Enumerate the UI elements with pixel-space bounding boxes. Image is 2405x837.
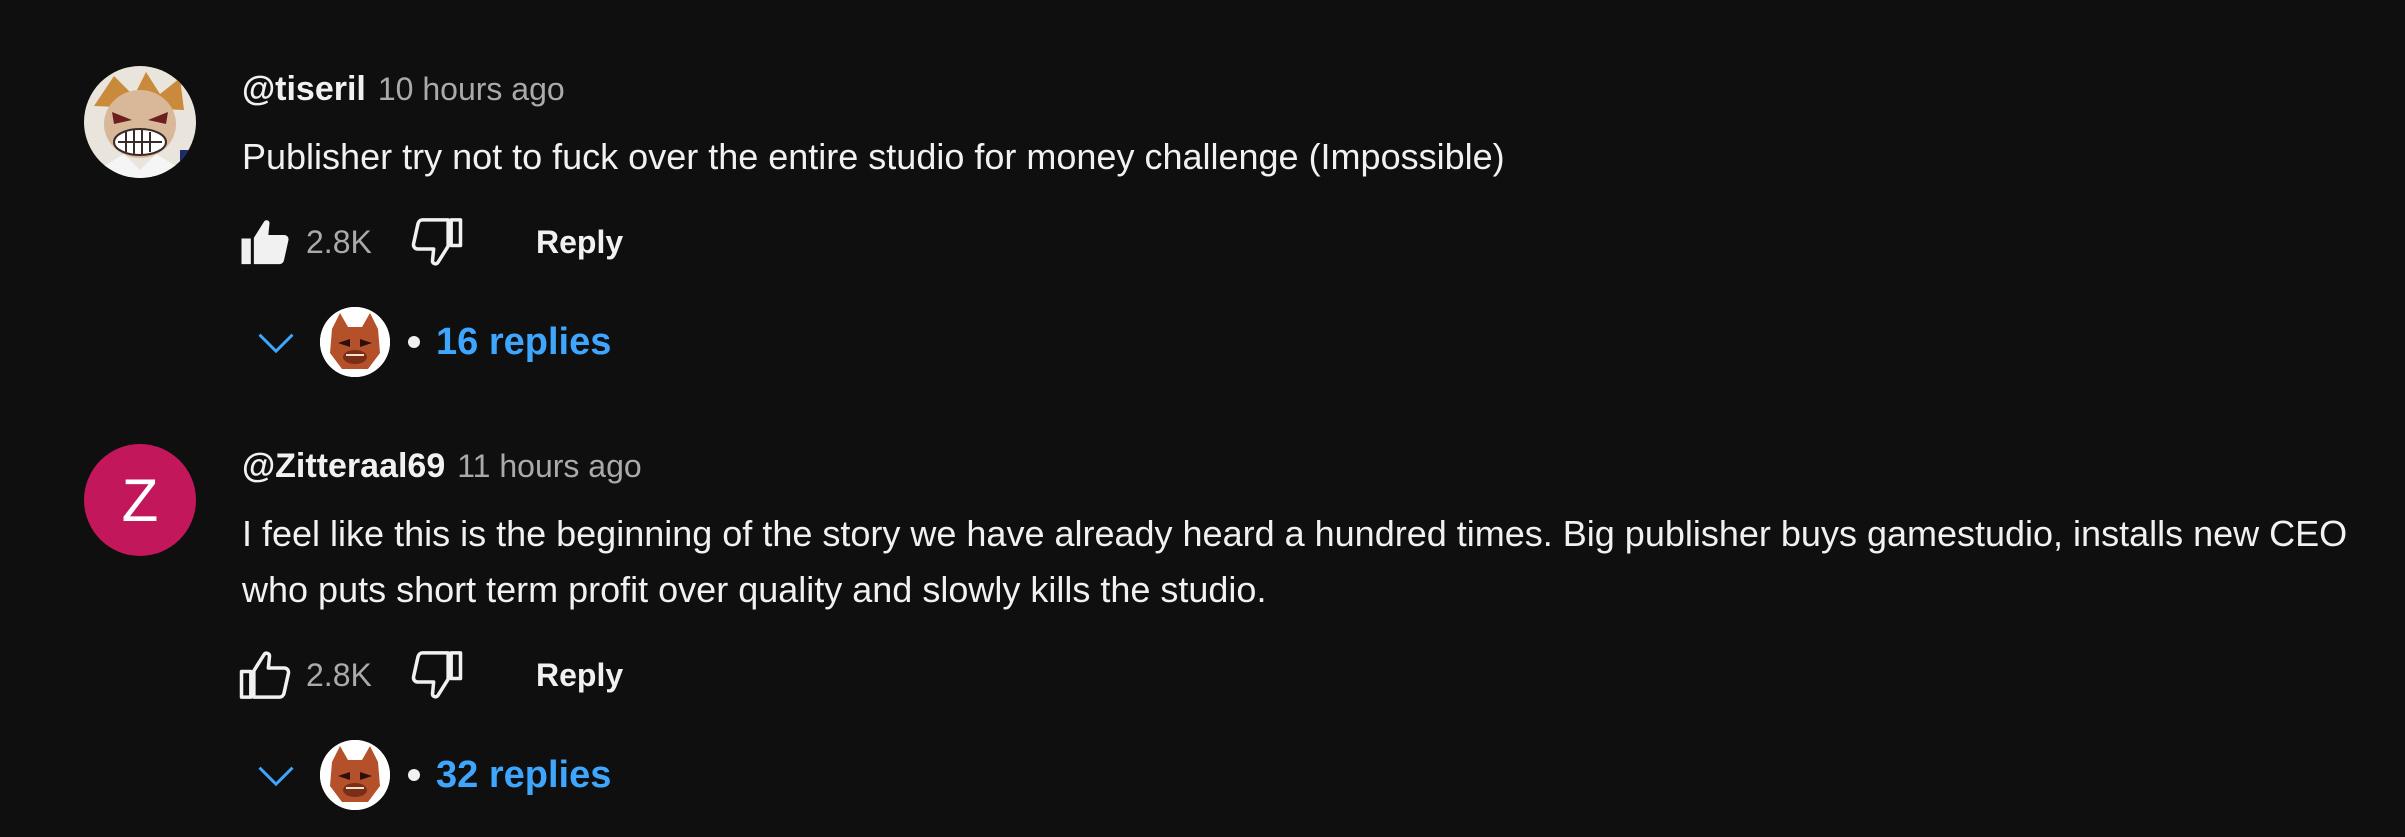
like-button[interactable] [236,645,296,705]
view-replies-button[interactable]: 32 replies [250,739,611,811]
dislike-button[interactable] [406,645,466,705]
comment-text: Publisher try not to fuck over the entir… [242,136,1505,177]
view-replies-button[interactable]: 16 replies [250,306,611,378]
comment-actions: 2.8K Reply [236,212,623,272]
author-avatar[interactable]: Z [84,444,196,556]
separator-dot [408,336,420,348]
grinning-character-avatar-icon [84,66,196,178]
author-name[interactable]: @tiseril [242,70,366,109]
like-button[interactable] [236,212,296,272]
separator-dot [408,769,420,781]
creator-avatar-icon [320,307,390,377]
chevron-down-icon [250,749,302,801]
thumbs-up-icon [241,220,289,265]
comment-actions: 2.8K Reply [236,645,623,705]
reply-button[interactable]: Reply [536,657,623,694]
replies-count-link[interactable]: 32 replies [436,754,611,797]
chevron-down-icon [250,316,302,368]
comment-header: @Zitteraal69 11 hours ago [242,447,642,491]
comment-timestamp[interactable]: 11 hours ago [457,448,641,485]
comment-header: @tiseril 10 hours ago [242,70,565,114]
avatar-letter: Z [121,466,159,534]
thumbs-down-icon [411,651,463,699]
creator-avatar-icon [320,740,390,810]
dislike-button[interactable] [406,212,466,272]
like-count: 2.8K [306,656,372,693]
thumbs-down-icon [411,218,463,266]
replies-count-link[interactable]: 16 replies [436,321,611,364]
author-name[interactable]: @Zitteraal69 [242,447,445,486]
reply-button[interactable]: Reply [536,224,623,261]
comment-timestamp[interactable]: 10 hours ago [378,71,565,108]
thumbs-up-icon [239,651,291,699]
like-count: 2.8K [306,223,372,260]
author-avatar[interactable] [84,66,196,178]
comments-section: @tiseril 10 hours ago Publisher try not … [0,0,2405,837]
comment-text: I feel like this is the beginning of the… [242,513,2348,610]
